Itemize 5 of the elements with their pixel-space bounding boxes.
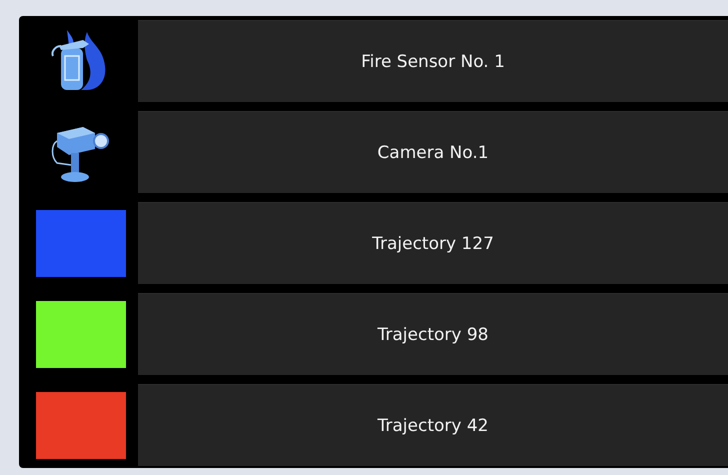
item-button[interactable]: Trajectory 127	[138, 202, 728, 284]
item-button[interactable]: Trajectory 98	[138, 293, 728, 375]
item-button[interactable]: Camera No.1	[138, 111, 728, 193]
item-button[interactable]: Fire Sensor No. 1	[138, 20, 728, 102]
item-button[interactable]: Trajectory 42	[138, 384, 728, 466]
